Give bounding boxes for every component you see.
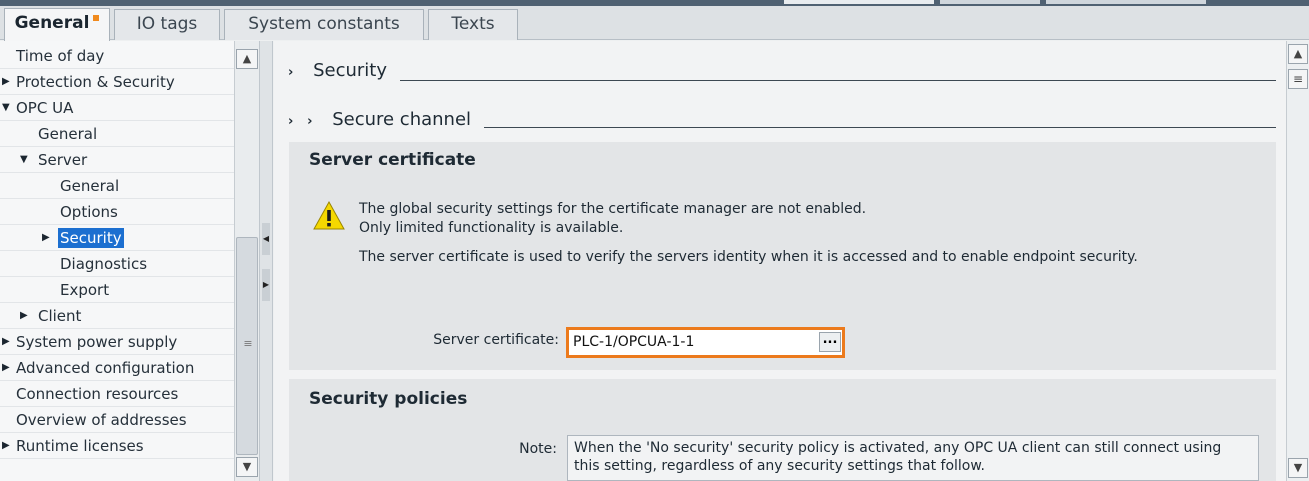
security-section-header[interactable]: › Security bbox=[288, 60, 387, 81]
properties-window: General IO tags System constants Texts T… bbox=[0, 0, 1309, 481]
tab-system-constants[interactable]: System constants bbox=[224, 9, 424, 40]
properties-content: › Security › › Secure channel Server cer… bbox=[274, 41, 1286, 481]
scroll-up-icon[interactable]: ▲ bbox=[1288, 44, 1308, 64]
panel-title: Security policies bbox=[309, 389, 468, 409]
note-text-box: When the 'No security' security policy i… bbox=[567, 435, 1259, 481]
nav-item-label: Export bbox=[60, 281, 110, 299]
collapse-left-icon[interactable]: ◀ bbox=[262, 223, 270, 255]
server-certificate-label: Server certificate: bbox=[433, 332, 559, 348]
section-title: Security bbox=[313, 60, 388, 81]
navigation-scrollbar[interactable]: ▲ ≡ ▼ bbox=[234, 41, 259, 481]
note-line1: When the 'No security' security policy i… bbox=[574, 440, 1222, 456]
expand-right-icon[interactable]: ▶ bbox=[262, 269, 270, 301]
tab-texts[interactable]: Texts bbox=[428, 9, 518, 40]
nav-item-label: OPC UA bbox=[16, 99, 74, 117]
nav-item-label: Diagnostics bbox=[60, 255, 148, 273]
nav-item-server-general[interactable]: General bbox=[0, 173, 234, 199]
section-divider bbox=[484, 127, 1276, 128]
nav-item-label: Protection & Security bbox=[16, 73, 175, 91]
scroll-down-icon[interactable]: ▼ bbox=[1288, 458, 1308, 478]
scrollbar-thumb[interactable]: ≡ bbox=[236, 237, 258, 455]
server-certificate-panel: Server certificate The global security s… bbox=[289, 142, 1276, 370]
nav-item-label: Options bbox=[60, 203, 118, 221]
scroll-up-icon[interactable]: ▲ bbox=[236, 49, 258, 69]
content-scrollbar[interactable]: ▲ ≡ ▼ bbox=[1286, 41, 1309, 481]
tab-general[interactable]: General bbox=[4, 8, 110, 41]
warning-text-line2: Only limited functionality is available. bbox=[359, 220, 624, 236]
nav-item-label: Advanced configuration bbox=[16, 359, 195, 377]
nav-item-label: Server bbox=[38, 151, 88, 169]
browse-button[interactable]: ... bbox=[819, 332, 841, 352]
secure-channel-section-header[interactable]: › › Secure channel bbox=[288, 109, 471, 130]
nav-item-label: Connection resources bbox=[16, 385, 179, 403]
section-title: Secure channel bbox=[332, 109, 472, 130]
nav-item-security[interactable]: ▶ Security bbox=[0, 225, 234, 251]
description-text: The server certificate is used to verify… bbox=[359, 249, 1138, 265]
expand-right-icon[interactable]: ▶ bbox=[42, 225, 50, 251]
nav-item-options[interactable]: Options bbox=[0, 199, 234, 225]
scroll-down-icon[interactable]: ▼ bbox=[236, 457, 258, 477]
tab-label: Texts bbox=[451, 14, 495, 34]
expand-down-icon[interactable]: ▼ bbox=[20, 147, 28, 173]
note-label: Note: bbox=[519, 441, 557, 457]
expand-right-icon[interactable]: ▶ bbox=[2, 355, 10, 381]
grip-icon: ≡ bbox=[243, 337, 253, 350]
server-certificate-input[interactable]: PLC-1/OPCUA-1-1 bbox=[571, 332, 817, 352]
nav-item-label: Security bbox=[58, 228, 124, 248]
nav-item-opc-ua-general[interactable]: General bbox=[0, 121, 234, 147]
nav-item-runtime-licenses[interactable]: ▶ Runtime licenses bbox=[0, 433, 234, 459]
nav-item-label: Runtime licenses bbox=[16, 437, 144, 455]
warning-text-line1: The global security settings for the cer… bbox=[359, 201, 867, 217]
modified-marker bbox=[93, 15, 100, 21]
nav-item-system-power-supply[interactable]: ▶ System power supply bbox=[0, 329, 234, 355]
pane-splitter[interactable]: ◀ ▶ bbox=[259, 41, 273, 481]
tab-io-tags[interactable]: IO tags bbox=[114, 9, 220, 40]
nav-item-connection-resources[interactable]: Connection resources bbox=[0, 381, 234, 407]
warning-icon bbox=[313, 200, 345, 230]
nav-item-label: System power supply bbox=[16, 333, 178, 351]
tab-label: General bbox=[14, 13, 90, 33]
security-policies-panel: Security policies Note: When the 'No sec… bbox=[289, 379, 1276, 481]
nav-item-server[interactable]: ▼ Server bbox=[0, 147, 234, 173]
expand-right-icon[interactable]: ▶ bbox=[2, 433, 10, 459]
tab-bar: General IO tags System constants Texts bbox=[0, 6, 1309, 41]
expand-right-icon[interactable]: ▶ bbox=[2, 69, 10, 95]
nav-item-protection-security[interactable]: ▶ Protection & Security bbox=[0, 69, 234, 95]
nav-item-export[interactable]: Export bbox=[0, 277, 234, 303]
nav-item-label: General bbox=[60, 177, 120, 195]
nav-item-label: General bbox=[38, 125, 98, 143]
expand-down-icon[interactable]: ▼ bbox=[2, 95, 10, 121]
tab-label: IO tags bbox=[136, 14, 198, 34]
nav-item-label: Overview of addresses bbox=[16, 411, 187, 429]
panel-title: Server certificate bbox=[309, 150, 476, 170]
tab-label: System constants bbox=[248, 14, 400, 34]
expand-right-icon[interactable]: ▶ bbox=[20, 303, 28, 329]
nav-item-time-of-day[interactable]: Time of day bbox=[0, 43, 234, 69]
server-certificate-field[interactable]: PLC-1/OPCUA-1-1 ... bbox=[566, 327, 845, 358]
nav-item-overview-of-addresses[interactable]: Overview of addresses bbox=[0, 407, 234, 433]
chevron-right-icon: › bbox=[307, 114, 313, 129]
chevron-right-icon: › bbox=[288, 65, 294, 80]
nav-item-label: Client bbox=[38, 307, 82, 325]
nav-item-client[interactable]: ▶ Client bbox=[0, 303, 234, 329]
nav-item-label: Time of day bbox=[16, 47, 105, 65]
nav-item-opc-ua[interactable]: ▼ OPC UA bbox=[0, 95, 234, 121]
navigation-tree: Time of day ▶ Protection & Security ▼ OP… bbox=[0, 41, 234, 481]
note-line2: this setting, regardless of any security… bbox=[574, 458, 985, 474]
nav-item-advanced-configuration[interactable]: ▶ Advanced configuration bbox=[0, 355, 234, 381]
expand-right-icon[interactable]: ▶ bbox=[2, 329, 10, 355]
grip-icon[interactable]: ≡ bbox=[1288, 69, 1308, 89]
section-divider bbox=[400, 80, 1276, 81]
nav-item-diagnostics[interactable]: Diagnostics bbox=[0, 251, 234, 277]
chevron-right-icon: › bbox=[288, 114, 294, 129]
